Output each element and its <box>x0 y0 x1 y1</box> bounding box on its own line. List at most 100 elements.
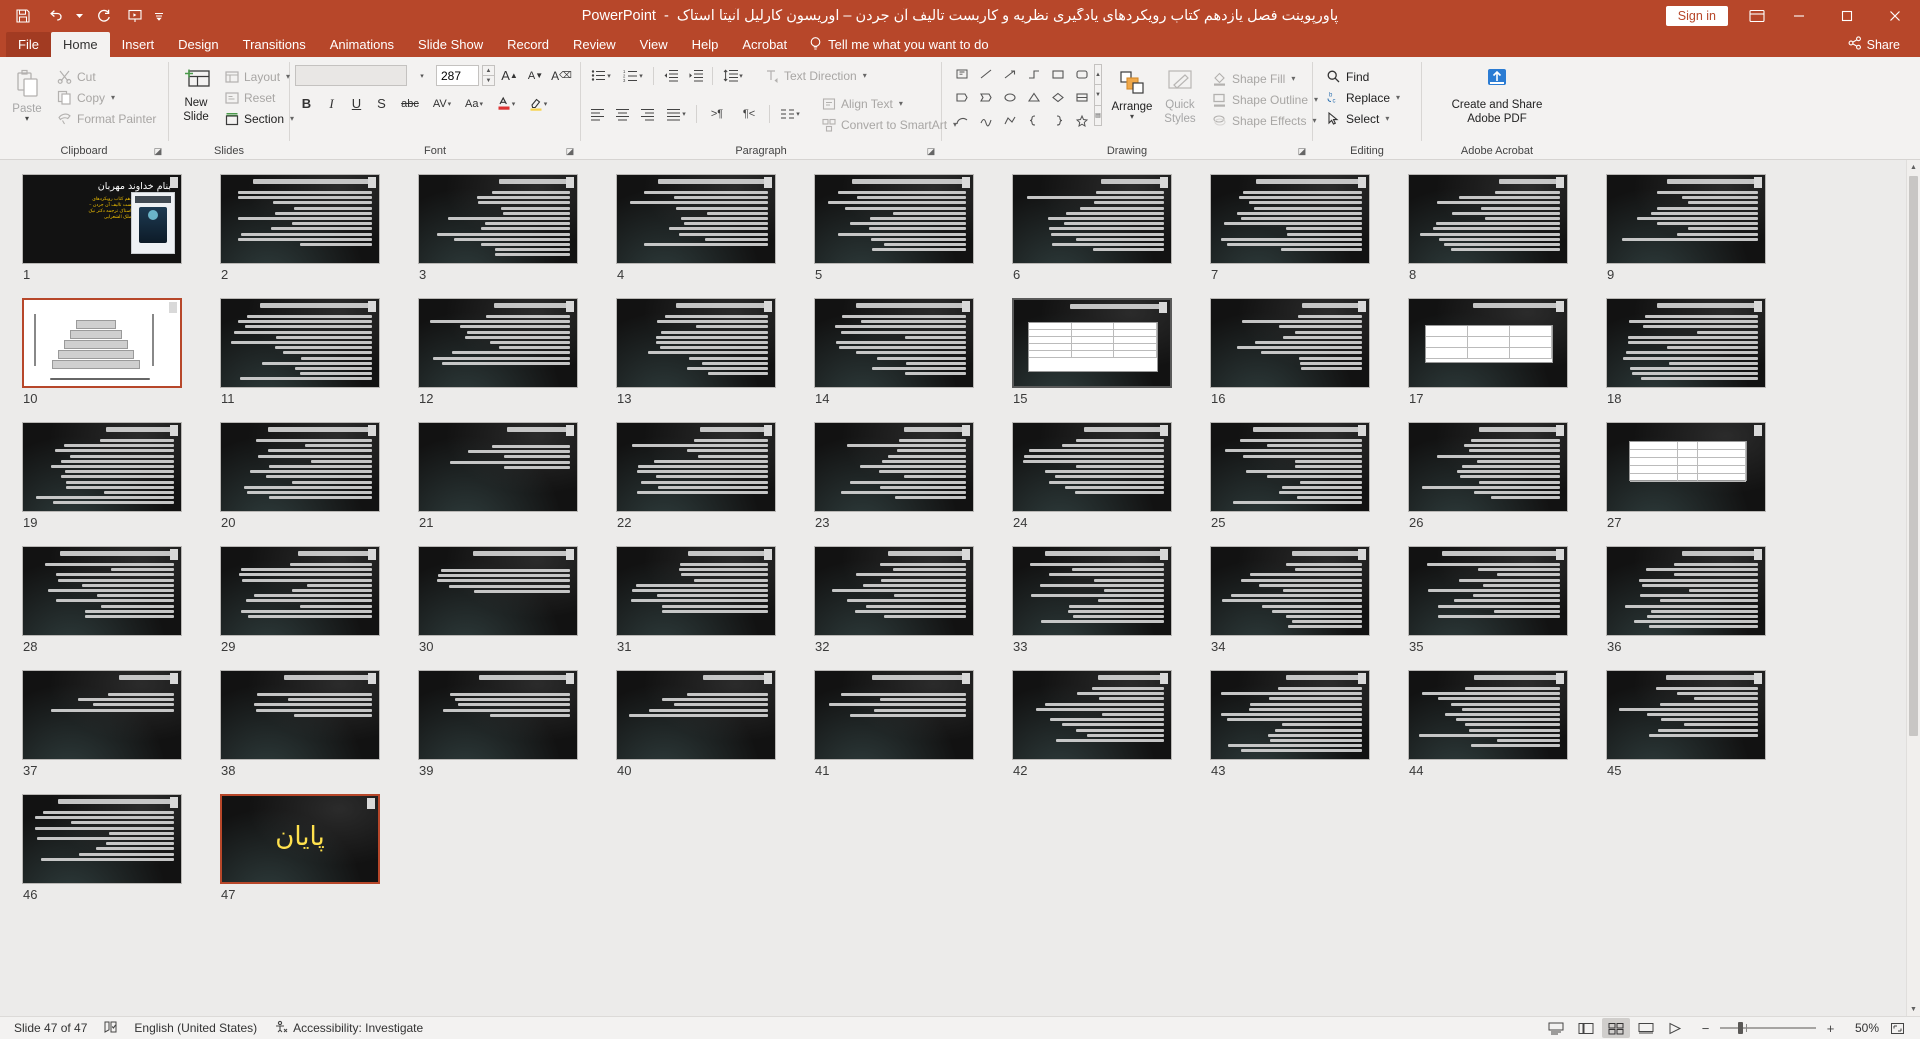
zoom-in-button[interactable]: + <box>1823 1021 1838 1036</box>
slide-thumbnail-27[interactable] <box>1606 422 1766 512</box>
slide-thumbnail-cell[interactable]: 40 <box>616 670 814 778</box>
slide-thumbnail-cell[interactable]: 25 <box>1210 422 1408 530</box>
slide-thumbnail-19[interactable] <box>22 422 182 512</box>
spell-check-button[interactable] <box>95 1017 126 1039</box>
slide-thumbnail-cell[interactable]: 21 <box>418 422 616 530</box>
slide-thumbnail-11[interactable] <box>220 298 380 388</box>
slide-sorter-grid[interactable]: بنام خداوند مهربان پاورپوینت فصل یازدهم ک… <box>0 160 1920 1016</box>
slide-thumbnail-28[interactable] <box>22 546 182 636</box>
vertical-scrollbar[interactable]: ▲ ▼ <box>1906 160 1920 1016</box>
close-button[interactable] <box>1872 0 1918 32</box>
slide-thumbnail-cell[interactable]: 31 <box>616 546 814 654</box>
slide-thumbnail-cell[interactable]: 22 <box>616 422 814 530</box>
italic-button[interactable]: I <box>320 93 343 114</box>
save-icon[interactable] <box>8 3 38 29</box>
align-center-button[interactable] <box>611 104 634 125</box>
slide-thumbnail-46[interactable] <box>22 794 182 884</box>
slide-thumbnail-3[interactable] <box>418 174 578 264</box>
layout-button[interactable]: Layout ▾ <box>220 66 297 87</box>
shape-curve[interactable] <box>974 110 997 131</box>
slide-thumbnail-cell[interactable]: 19 <box>22 422 220 530</box>
view-normal-button[interactable] <box>1572 1018 1600 1038</box>
slide-thumbnail-5[interactable] <box>814 174 974 264</box>
shrink-font-button[interactable]: A ▼ <box>524 65 547 86</box>
shape-arrow[interactable] <box>998 64 1021 85</box>
slide-thumbnail-cell[interactable]: 26 <box>1408 422 1606 530</box>
slide-thumbnail-cell[interactable]: 7 <box>1210 174 1408 282</box>
slide-thumbnail-32[interactable] <box>814 546 974 636</box>
find-button[interactable]: Find <box>1322 66 1403 87</box>
slide-thumbnail-cell[interactable]: پایان 47 <box>220 794 418 902</box>
replace-button[interactable]: bc Replace ▾ <box>1322 87 1403 108</box>
shape-rectangle[interactable] <box>1046 64 1069 85</box>
arrange-button[interactable]: Arrange ▾ <box>1110 66 1154 121</box>
shape-gallery-up[interactable]: ▲ <box>1094 64 1102 86</box>
slide-thumbnail-cell[interactable]: 20 <box>220 422 418 530</box>
start-presentation-icon[interactable] <box>120 3 150 29</box>
slide-thumbnail-cell[interactable]: 18 <box>1606 298 1804 406</box>
slide-thumbnail-cell[interactable]: 3 <box>418 174 616 282</box>
ltr-direction-button[interactable]: >¶ <box>702 104 732 125</box>
tab-transitions[interactable]: Transitions <box>231 32 318 57</box>
slide-thumbnail-18[interactable] <box>1606 298 1766 388</box>
shape-freeform[interactable] <box>998 110 1021 131</box>
shape-pentagon[interactable] <box>950 87 973 108</box>
slide-thumbnail-cell[interactable]: 42 <box>1012 670 1210 778</box>
create-and-share-adobe-pdf-button[interactable]: Create and Share Adobe PDF <box>1446 64 1549 125</box>
zoom-slider[interactable] <box>1720 1021 1816 1035</box>
arrange-caret-icon[interactable]: ▾ <box>1130 112 1134 121</box>
underline-button[interactable]: U <box>345 93 368 114</box>
slide-thumbnail-cell[interactable]: 24 <box>1012 422 1210 530</box>
redo-icon[interactable] <box>88 3 118 29</box>
shape-chevron[interactable] <box>974 87 997 108</box>
accessibility-button[interactable]: Accessibility: Investigate <box>265 1017 431 1039</box>
scrollbar-thumb[interactable] <box>1909 176 1918 736</box>
view-reading-button[interactable] <box>1632 1018 1660 1038</box>
shape-gallery-scroll[interactable]: ▲ ▼ ▤ <box>1094 64 1102 126</box>
select-caret-icon[interactable]: ▾ <box>1385 114 1389 123</box>
slide-thumbnail-cell[interactable]: 9 <box>1606 174 1804 282</box>
customize-qat-icon[interactable] <box>152 3 166 29</box>
shape-rounded-rectangle[interactable] <box>1070 64 1093 85</box>
tab-insert[interactable]: Insert <box>110 32 167 57</box>
font-size-input[interactable]: 287 <box>436 65 479 86</box>
text-direction-button[interactable]: Text Direction ▾ <box>760 65 870 86</box>
shape-gallery[interactable] <box>950 64 1093 131</box>
slide-thumbnail-cell[interactable]: 5 <box>814 174 1012 282</box>
font-color-button[interactable]: ▾ <box>491 93 521 114</box>
slide-thumbnail-29[interactable] <box>220 546 380 636</box>
font-dialog-launcher-icon[interactable]: ◪ <box>564 145 576 157</box>
scroll-up-icon[interactable]: ▲ <box>1907 160 1920 174</box>
slide-thumbnail-14[interactable] <box>814 298 974 388</box>
slide-thumbnail-17[interactable] <box>1408 298 1568 388</box>
slide-thumbnail-cell[interactable]: 27 <box>1606 422 1804 530</box>
font-size-up[interactable]: ▲ <box>482 65 495 76</box>
bullets-button[interactable]: ▾ <box>586 65 616 86</box>
shape-arc[interactable] <box>950 110 973 131</box>
numbering-button[interactable]: 1 2 3 ▾ <box>618 65 648 86</box>
decrease-indent-button[interactable] <box>659 65 682 86</box>
select-button[interactable]: Select ▾ <box>1322 108 1403 129</box>
slide-thumbnail-cell[interactable]: 2 <box>220 174 418 282</box>
slide-thumbnail-10[interactable] <box>22 298 182 388</box>
slide-thumbnail-12[interactable] <box>418 298 578 388</box>
scroll-down-icon[interactable]: ▼ <box>1907 1002 1920 1016</box>
character-spacing-button[interactable]: AV ▾ <box>427 93 457 114</box>
tell-me-search[interactable]: Tell me what you want to do <box>799 32 998 57</box>
slide-thumbnail-cell[interactable]: 35 <box>1408 546 1606 654</box>
language-button[interactable]: English (United States) <box>126 1017 265 1039</box>
slide-thumbnail-cell[interactable]: بنام خداوند مهربان پاورپوینت فصل یازدهم ک… <box>22 174 220 282</box>
slide-counter[interactable]: Slide 47 of 47 <box>6 1017 95 1039</box>
clipboard-dialog-launcher-icon[interactable]: ◪ <box>152 145 164 157</box>
copy-caret-icon[interactable]: ▾ <box>111 93 115 102</box>
slide-thumbnail-cell[interactable]: 13 <box>616 298 814 406</box>
rtl-direction-button[interactable]: ¶< <box>734 104 764 125</box>
text-shadow-button[interactable]: S <box>370 93 393 114</box>
slide-thumbnail-cell[interactable]: 29 <box>220 546 418 654</box>
slide-thumbnail-42[interactable] <box>1012 670 1172 760</box>
slide-thumbnail-31[interactable] <box>616 546 776 636</box>
tab-view[interactable]: View <box>628 32 680 57</box>
align-left-button[interactable] <box>586 104 609 125</box>
shape-connector[interactable] <box>1022 64 1045 85</box>
font-size-stepper[interactable]: ▲ ▼ <box>482 65 495 86</box>
